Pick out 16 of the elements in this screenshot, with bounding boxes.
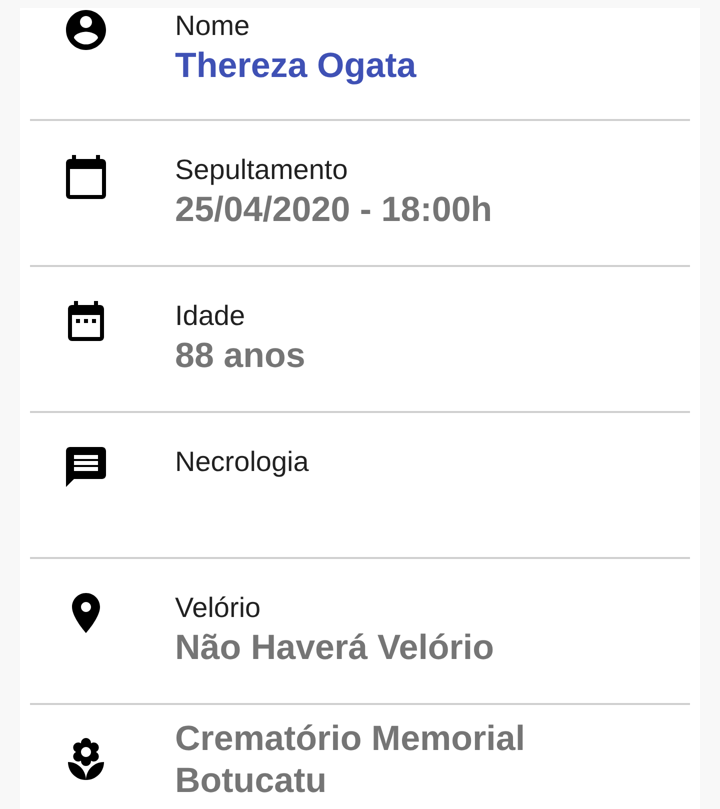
calendar-icon — [68, 301, 104, 341]
location-pin-icon — [72, 593, 100, 633]
field-value: 25/04/2020 - 18:00h — [175, 189, 494, 231]
field-label: Sepultamento — [175, 153, 349, 187]
field-label: Velório — [175, 591, 262, 625]
field-label: Necrologia — [175, 445, 310, 479]
field-value: 88 anos — [175, 335, 306, 377]
field-value: Crematório Memorial Botucatu — [175, 718, 526, 802]
message-icon — [66, 447, 106, 487]
field-value: Não Haverá Velório — [175, 627, 496, 669]
calendar-icon — [66, 155, 106, 199]
user-icon — [66, 10, 106, 50]
field-label: Nome — [175, 9, 251, 43]
person-name: Thereza Ogata — [175, 45, 418, 87]
field-label: Idade — [175, 299, 246, 333]
flower-icon — [68, 738, 104, 780]
